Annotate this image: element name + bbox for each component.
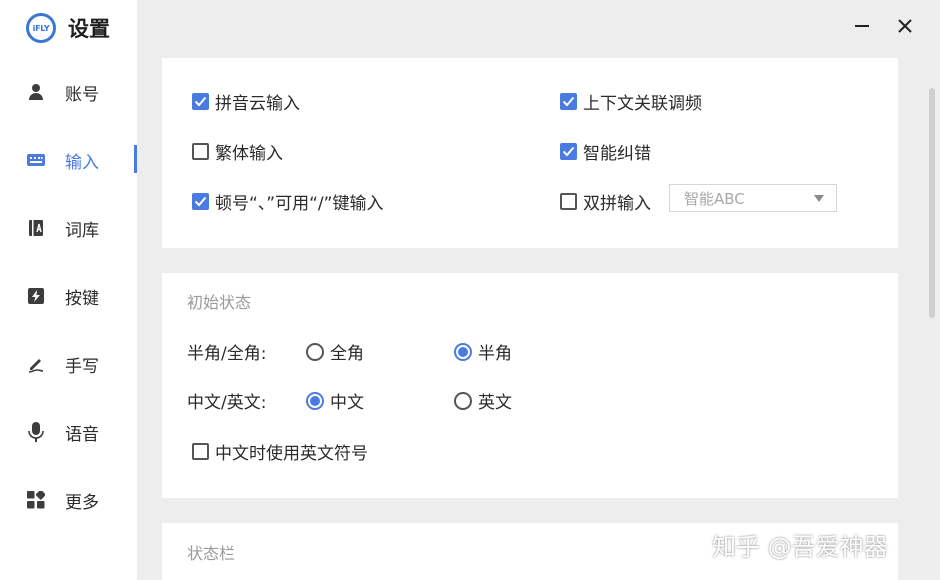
key-icon [26, 286, 46, 306]
user-icon [26, 82, 46, 102]
sidebar-item-label: 按键 [65, 288, 99, 309]
checkbox-label: 智能纠错 [583, 144, 651, 164]
sidebar-item-label: 语音 [65, 424, 99, 445]
checkbox-checked-icon [192, 193, 209, 210]
section-title: 初始状态 [187, 293, 252, 312]
checkbox-label: 中文时使用英文符号 [215, 444, 368, 464]
minimize-icon [854, 18, 870, 38]
brand: iFLY 设置 [26, 12, 110, 44]
grid-icon [26, 490, 46, 510]
sidebar-item-label: 输入 [65, 152, 99, 173]
dictionary-icon [26, 218, 46, 238]
sidebar-item-dictionary[interactable]: 词库 [0, 208, 137, 248]
radio-label: 英文 [478, 393, 512, 413]
sidebar: iFLY 设置 账号 输入 词库 按键 手写 语音 更多 [0, 0, 137, 580]
pinyin-cloud-checkbox[interactable]: 拼音云输入 [192, 89, 300, 114]
smart-correct-checkbox[interactable]: 智能纠错 [560, 139, 651, 164]
checkbox-label: 顿号“、”可用“/”键输入 [215, 194, 384, 214]
radio-label: 全角 [330, 344, 364, 364]
radio-unselected-icon [306, 342, 324, 361]
width-mode-label: 半角/全角: [187, 344, 267, 364]
checkbox-label: 上下文关联调频 [583, 94, 702, 114]
sidebar-item-account[interactable]: 账号 [0, 72, 137, 112]
radio-selected-icon [454, 342, 472, 361]
checkbox-checked-icon [560, 93, 577, 110]
sidebar-item-voice[interactable]: 语音 [0, 412, 137, 452]
section-title: 状态栏 [187, 544, 236, 563]
microphone-icon [26, 422, 46, 442]
pen-icon [26, 354, 46, 374]
slash-key-checkbox[interactable]: 顿号“、”可用“/”键输入 [192, 189, 383, 214]
settings-window: iFLY 设置 账号 输入 词库 按键 手写 语音 更多 拼音云输入 上下文关联… [0, 0, 940, 580]
select-value: 智能ABC [684, 189, 745, 208]
keyboard-icon [26, 150, 46, 170]
checkbox-unchecked-icon [192, 443, 209, 460]
close-icon [897, 18, 913, 38]
ifly-logo: iFLY [26, 13, 56, 43]
sidebar-item-label: 账号 [65, 84, 99, 105]
checkbox-checked-icon [560, 143, 577, 160]
traditional-checkbox[interactable]: 繁体输入 [192, 139, 283, 164]
checkbox-label: 繁体输入 [215, 144, 283, 164]
language-mode-label: 中文/英文: [187, 393, 267, 413]
sidebar-item-more[interactable]: 更多 [0, 480, 137, 520]
radio-label: 半角 [478, 344, 512, 364]
radio-label: 中文 [330, 393, 364, 413]
context-freq-checkbox[interactable]: 上下文关联调频 [560, 89, 702, 114]
page-title: 设置 [68, 17, 110, 41]
checkbox-label: 拼音云输入 [215, 94, 300, 114]
checkbox-unchecked-icon [192, 143, 209, 160]
checkbox-label: 双拼输入 [583, 194, 651, 214]
double-pinyin-checkbox[interactable]: 双拼输入 [560, 189, 651, 214]
sidebar-item-label: 更多 [65, 492, 99, 513]
sidebar-item-input[interactable]: 输入 [0, 140, 137, 180]
sidebar-item-label: 手写 [65, 356, 99, 377]
half-width-radio[interactable]: 半角 [454, 339, 512, 364]
checkbox-unchecked-icon [560, 193, 577, 210]
minimize-button[interactable] [848, 14, 876, 42]
close-button[interactable] [891, 14, 919, 42]
chevron-down-icon [814, 195, 824, 202]
full-width-radio[interactable]: 全角 [306, 339, 364, 364]
sidebar-item-keys[interactable]: 按键 [0, 276, 137, 316]
scrollbar[interactable] [929, 88, 935, 318]
initial-state-card [162, 273, 898, 498]
chinese-radio[interactable]: 中文 [306, 388, 364, 413]
radio-selected-icon [306, 391, 324, 410]
english-punct-checkbox[interactable]: 中文时使用英文符号 [192, 439, 368, 464]
english-radio[interactable]: 英文 [454, 388, 512, 413]
double-pinyin-scheme-select[interactable]: 智能ABC [669, 184, 837, 212]
sidebar-item-label: 词库 [65, 220, 99, 241]
checkbox-checked-icon [192, 93, 209, 110]
radio-unselected-icon [454, 391, 472, 410]
watermark: 知乎 @吾爱神器 [712, 533, 888, 561]
sidebar-item-handwriting[interactable]: 手写 [0, 344, 137, 384]
